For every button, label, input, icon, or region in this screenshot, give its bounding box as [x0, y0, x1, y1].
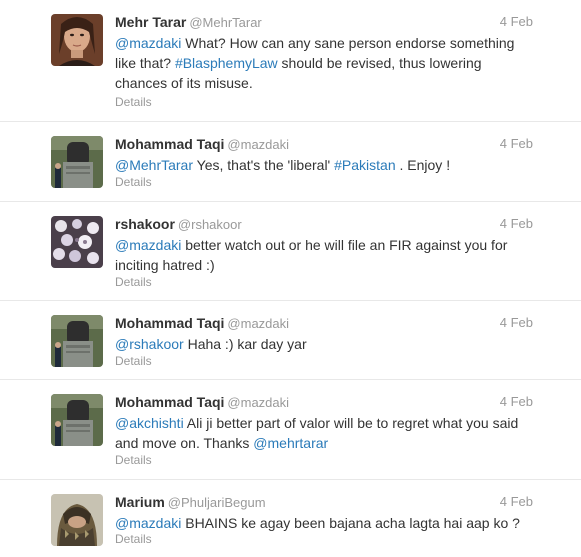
user-handle[interactable]: @rshakoor: [178, 217, 242, 232]
tweet-header: rshakoor @rshakoor 4 Feb: [115, 215, 533, 233]
tweet-text-segment: Haha :) kar day yar: [183, 336, 307, 352]
details-link[interactable]: Details: [115, 95, 152, 109]
tweet-timestamp[interactable]: 4 Feb: [500, 215, 533, 233]
tweet-text: @akchishti Ali ji better part of valor w…: [115, 413, 533, 453]
details-link[interactable]: Details: [115, 175, 152, 189]
mention-link[interactable]: @mazdaki: [115, 237, 181, 253]
user-name[interactable]: rshakoor: [115, 216, 175, 232]
hashtag-link[interactable]: #BlasphemyLaw: [175, 55, 278, 71]
user-handle[interactable]: @mazdaki: [227, 137, 289, 152]
woman-portrait-avatar[interactable]: [51, 14, 103, 66]
details-link[interactable]: Details: [115, 354, 152, 368]
tweet-header: Mohammad Taqi @mazdaki 4 Feb: [115, 135, 533, 153]
details-link[interactable]: Details: [115, 532, 152, 546]
user-name[interactable]: Mehr Tarar: [115, 14, 186, 30]
mention-link[interactable]: @akchishti: [115, 415, 184, 431]
tweet-text: @rshakoor Haha :) kar day yar: [115, 334, 533, 354]
tweet-text-segment: Yes, that's the 'liberal': [193, 157, 335, 173]
tweet-timestamp[interactable]: 4 Feb: [500, 135, 533, 153]
user-handle[interactable]: @mazdaki: [227, 316, 289, 331]
details-link[interactable]: Details: [115, 275, 152, 289]
user-name[interactable]: Mohammad Taqi: [115, 315, 224, 331]
user-name[interactable]: Mohammad Taqi: [115, 394, 224, 410]
tweet-item[interactable]: Mohammad Taqi @mazdaki 4 Feb @akchishti A…: [0, 380, 581, 480]
bust-monument-avatar[interactable]: [51, 394, 103, 446]
tweet-text-segment: BHAINS ke agay been bajana acha lagta ha…: [181, 515, 520, 531]
tweet-item[interactable]: rshakoor @rshakoor 4 Feb @mazdaki better …: [0, 202, 581, 301]
user-handle[interactable]: @PhuljariBegum: [168, 495, 266, 510]
tweet-header: Marium @PhuljariBegum 4 Feb: [115, 493, 533, 511]
hashtag-link[interactable]: #Pakistan: [334, 157, 395, 173]
tweet-text-segment: . Enjoy !: [395, 157, 451, 173]
tweet-text: @MehrTarar Yes, that's the 'liberal' #Pa…: [115, 155, 533, 175]
tweet-timestamp[interactable]: 4 Feb: [500, 393, 533, 411]
tweet-header: Mohammad Taqi @mazdaki 4 Feb: [115, 314, 533, 332]
tweet-item[interactable]: Mehr Tarar @MehrTarar 4 Feb @mazdaki What…: [0, 0, 581, 122]
mention-link[interactable]: @mehrtarar: [253, 435, 328, 451]
user-name[interactable]: Marium: [115, 494, 165, 510]
tweet-item[interactable]: Mohammad Taqi @mazdaki 4 Feb @rshakoor Ha…: [0, 301, 581, 380]
tweet-timestamp[interactable]: 4 Feb: [500, 13, 533, 31]
mention-link[interactable]: @mazdaki: [115, 515, 181, 531]
tweet-text: @mazdaki What? How can any sane person e…: [115, 33, 533, 93]
bust-monument-avatar[interactable]: [51, 136, 103, 188]
tweet-header: Mohammad Taqi @mazdaki 4 Feb: [115, 393, 533, 411]
tweet-timestamp[interactable]: 4 Feb: [500, 314, 533, 332]
user-handle[interactable]: @mazdaki: [227, 395, 289, 410]
details-link[interactable]: Details: [115, 453, 152, 467]
user-handle[interactable]: @MehrTarar: [189, 15, 261, 30]
user-name[interactable]: Mohammad Taqi: [115, 136, 224, 152]
mention-link[interactable]: @mazdaki: [115, 35, 181, 51]
mention-link[interactable]: @rshakoor: [115, 336, 184, 352]
tweet-text: @mazdaki BHAINS ke agay been bajana acha…: [115, 513, 533, 533]
bust-monument-avatar[interactable]: [51, 315, 103, 367]
tweet-text: @mazdaki better watch out or he will fil…: [115, 235, 533, 275]
tweet-timestamp[interactable]: 4 Feb: [500, 493, 533, 511]
tweet-item[interactable]: Mohammad Taqi @mazdaki 4 Feb @MehrTarar Y…: [0, 122, 581, 202]
scarf-portrait-avatar[interactable]: [51, 494, 103, 546]
flowers-avatar[interactable]: [51, 216, 103, 268]
mention-link[interactable]: @MehrTarar: [115, 157, 193, 173]
tweet-item[interactable]: Marium @PhuljariBegum 4 Feb @mazdaki BHAI…: [0, 480, 581, 557]
tweet-timeline: Mehr Tarar @MehrTarar 4 Feb @mazdaki What…: [0, 0, 581, 557]
tweet-header: Mehr Tarar @MehrTarar 4 Feb: [115, 13, 533, 31]
